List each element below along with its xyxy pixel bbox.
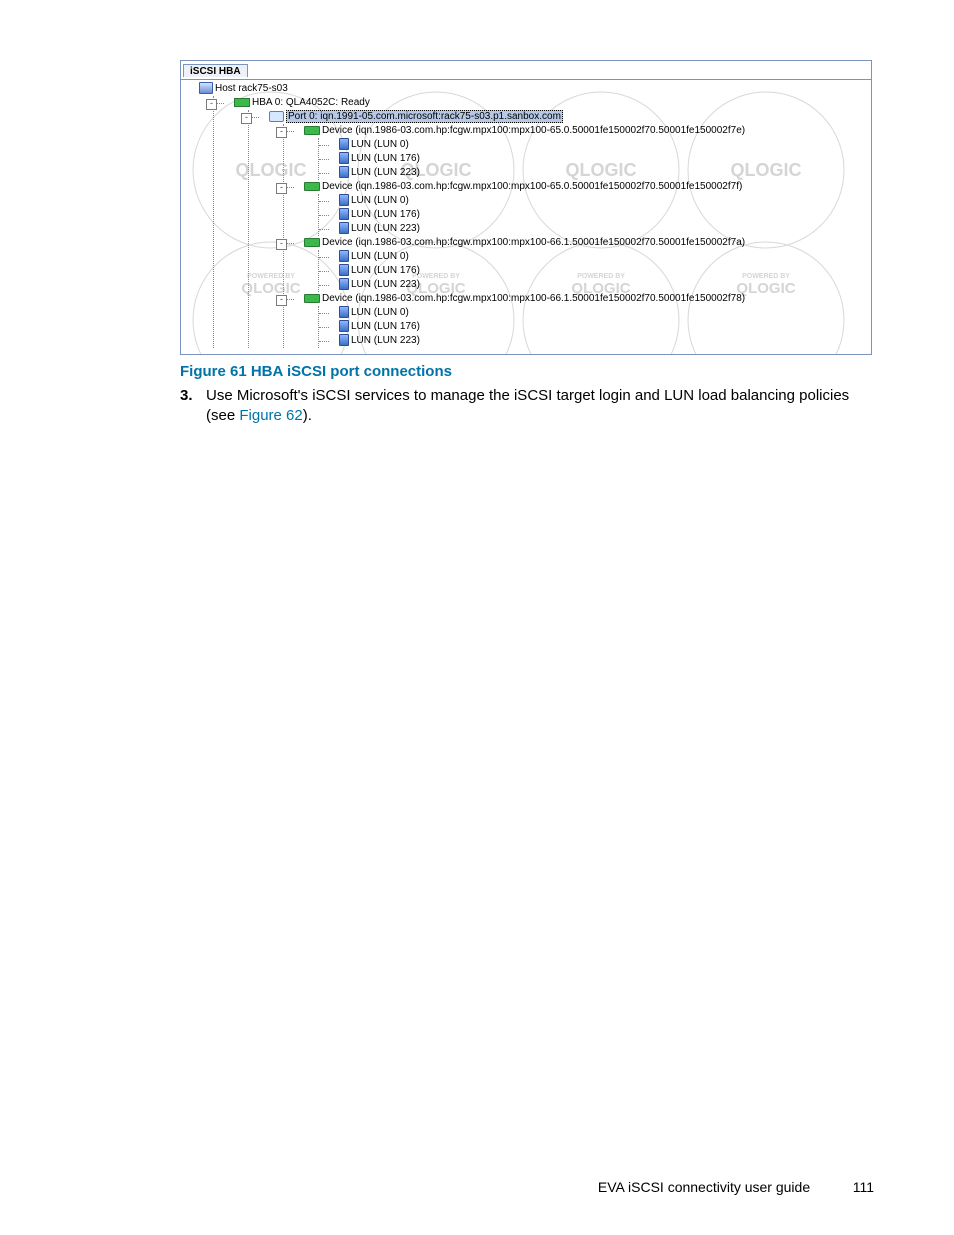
step-text-after: ). bbox=[303, 407, 312, 424]
tree-lun[interactable]: LUN (LUN 0) bbox=[351, 307, 409, 318]
tree-lun[interactable]: LUN (LUN 176) bbox=[351, 153, 420, 164]
lun-icon bbox=[339, 320, 349, 332]
footer-title: EVA iSCSI connectivity user guide bbox=[598, 1179, 810, 1195]
device-icon bbox=[304, 126, 320, 135]
tree-toggle-icon[interactable]: - bbox=[276, 239, 287, 250]
tree-toggle-icon[interactable]: - bbox=[206, 99, 217, 110]
tab-iscsi-hba[interactable]: iSCSI HBA bbox=[183, 64, 248, 77]
figure-62-link[interactable]: Figure 62 bbox=[239, 407, 302, 424]
tree-device[interactable]: Device (iqn.1986-03.com.hp:fcgw.mpx100:m… bbox=[322, 181, 742, 192]
lun-icon bbox=[339, 166, 349, 178]
hba-icon bbox=[234, 98, 250, 107]
lun-icon bbox=[339, 250, 349, 262]
tree-device[interactable]: Device (iqn.1986-03.com.hp:fcgw.mpx100:m… bbox=[322, 293, 745, 304]
tree-toggle-icon[interactable]: - bbox=[241, 113, 252, 124]
tree-port-selected[interactable]: Port 0: iqn.1991-05.com.microsoft:rack75… bbox=[286, 110, 563, 123]
screenshot-panel: iSCSI HBA QLOGIC QLOGIC QLOGIC QLOGIC PO… bbox=[180, 60, 872, 355]
tree-view[interactable]: QLOGIC QLOGIC QLOGIC QLOGIC POWERED BY P… bbox=[181, 79, 871, 354]
tree-toggle-icon[interactable]: - bbox=[276, 295, 287, 306]
step-text: Use Microsoft's iSCSI services to manage… bbox=[206, 386, 864, 426]
tree-lun[interactable]: LUN (LUN 223) bbox=[351, 223, 420, 234]
tree-hba[interactable]: HBA 0: QLA4052C: Ready bbox=[252, 97, 370, 108]
device-icon bbox=[304, 238, 320, 247]
lun-icon bbox=[339, 194, 349, 206]
tree-lun[interactable]: LUN (LUN 0) bbox=[351, 139, 409, 150]
tree-device[interactable]: Device (iqn.1986-03.com.hp:fcgw.mpx100:m… bbox=[322, 125, 745, 136]
step-number: 3. bbox=[180, 386, 206, 426]
lun-icon bbox=[339, 208, 349, 220]
step-3: 3. Use Microsoft's iSCSI services to man… bbox=[180, 386, 864, 426]
tree-lun[interactable]: LUN (LUN 0) bbox=[351, 251, 409, 262]
lun-icon bbox=[339, 152, 349, 164]
tree-toggle-icon[interactable]: - bbox=[276, 127, 287, 138]
port-icon bbox=[269, 111, 284, 122]
lun-icon bbox=[339, 306, 349, 318]
tree-lun[interactable]: LUN (LUN 176) bbox=[351, 265, 420, 276]
tree-lun[interactable]: LUN (LUN 223) bbox=[351, 335, 420, 346]
device-icon bbox=[304, 182, 320, 191]
tree-lun[interactable]: LUN (LUN 223) bbox=[351, 167, 420, 178]
tree-host[interactable]: Host rack75-s03 bbox=[215, 83, 288, 94]
page-number: 111 bbox=[834, 1179, 874, 1195]
figure-caption: Figure 61 HBA iSCSI port connections bbox=[180, 363, 874, 380]
lun-icon bbox=[339, 138, 349, 150]
tree-device[interactable]: Device (iqn.1986-03.com.hp:fcgw.mpx100:m… bbox=[322, 237, 745, 248]
lun-icon bbox=[339, 222, 349, 234]
page-footer: EVA iSCSI connectivity user guide 111 bbox=[598, 1179, 874, 1195]
host-icon bbox=[199, 82, 213, 94]
tree-toggle-icon[interactable]: - bbox=[276, 183, 287, 194]
tree-lun[interactable]: LUN (LUN 176) bbox=[351, 321, 420, 332]
tree-lun[interactable]: LUN (LUN 223) bbox=[351, 279, 420, 290]
device-icon bbox=[304, 294, 320, 303]
lun-icon bbox=[339, 334, 349, 346]
tree-lun[interactable]: LUN (LUN 0) bbox=[351, 195, 409, 206]
lun-icon bbox=[339, 278, 349, 290]
lun-icon bbox=[339, 264, 349, 276]
tree-lun[interactable]: LUN (LUN 176) bbox=[351, 209, 420, 220]
